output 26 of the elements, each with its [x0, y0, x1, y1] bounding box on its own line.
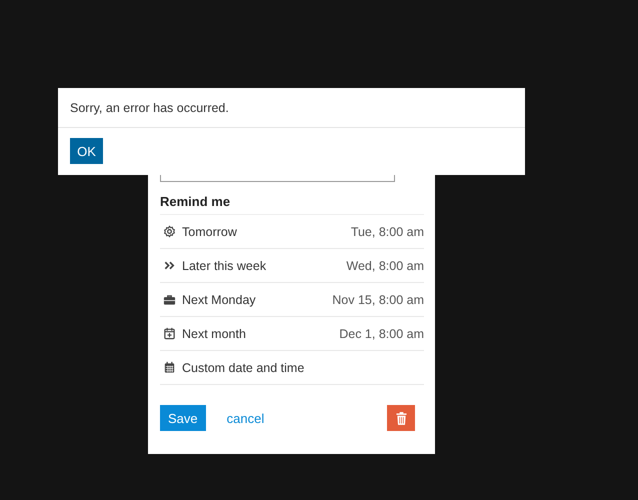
reminder-option[interactable]: Later this week Wed, 8:00 am [160, 249, 424, 283]
option-time: Wed, 8:00 am [346, 258, 424, 272]
option-label: Custom date and time [182, 360, 304, 374]
save-button[interactable]: Save [160, 405, 206, 431]
briefcase-icon [163, 293, 176, 306]
option-label: Next month [182, 326, 246, 340]
option-label: Tomorrow [182, 224, 237, 238]
delete-button[interactable] [387, 405, 415, 431]
reminder-option[interactable]: Custom date and time [160, 351, 424, 385]
cancel-link[interactable]: cancel [226, 410, 264, 426]
section-heading: Remind me [160, 194, 424, 215]
double-chevron-icon [163, 259, 176, 272]
ok-button[interactable]: OK [70, 138, 103, 164]
option-time: Dec 1, 8:00 am [339, 326, 424, 340]
option-time: Tue, 8:00 am [350, 224, 424, 238]
reminder-option[interactable]: Next Monday Nov 15, 8:00 am [160, 283, 424, 317]
option-label: Next Monday [182, 292, 256, 306]
option-time: Nov 15, 8:00 am [332, 292, 424, 306]
calendar-plus-icon [163, 327, 176, 340]
trash-icon [396, 412, 406, 424]
reminder-option[interactable]: Next month Dec 1, 8:00 am [160, 317, 424, 351]
calendar-icon [163, 361, 176, 374]
option-label: Later this week [182, 258, 266, 272]
gear-icon [163, 225, 176, 238]
error-message: Sorry, an error has occurred. [70, 100, 229, 114]
reminder-option[interactable]: Tomorrow Tue, 8:00 am [160, 215, 424, 249]
